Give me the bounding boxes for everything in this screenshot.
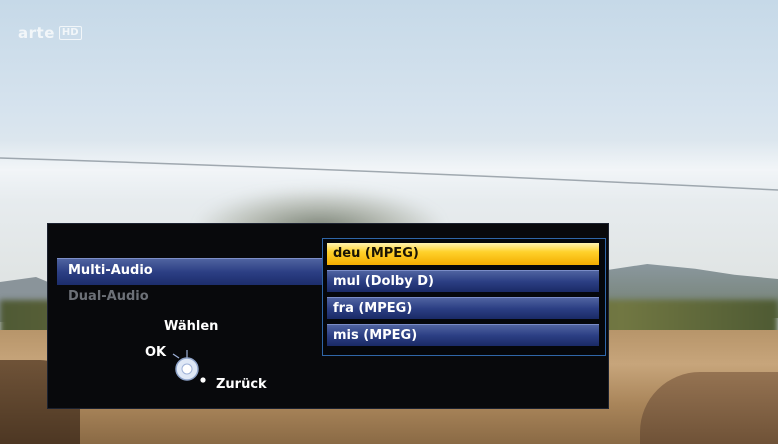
- track-item-fra[interactable]: fra (MPEG): [327, 297, 599, 319]
- select-hint: Wählen: [164, 319, 219, 334]
- mode-multi-audio[interactable]: Multi-Audio: [68, 263, 153, 278]
- hd-badge: HD: [58, 26, 82, 40]
- track-item-mis[interactable]: mis (MPEG): [327, 324, 599, 346]
- track-item-mul[interactable]: mul (Dolby D): [327, 270, 599, 292]
- back-hint: Zurück: [216, 377, 267, 392]
- channel-logo-word: arte: [18, 24, 55, 42]
- mode-dual-audio[interactable]: Dual-Audio: [68, 289, 149, 304]
- audio-menu-panel: Multi-Audio Dual-Audio deu (MPEG) mul (D…: [47, 223, 609, 409]
- track-item-deu[interactable]: deu (MPEG): [327, 243, 599, 265]
- ok-hint: OK: [145, 345, 167, 360]
- audio-track-list: deu (MPEG) mul (Dolby D) fra (MPEG) mis …: [322, 238, 606, 356]
- navigation-wheel-icon: [172, 350, 206, 383]
- channel-logo: arte HD: [18, 24, 82, 42]
